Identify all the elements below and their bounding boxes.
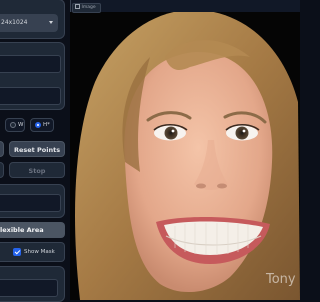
- radio-w[interactable]: W: [5, 118, 25, 132]
- reset-points-label: Reset Points: [13, 146, 61, 154]
- radio-w-label: W: [18, 122, 24, 128]
- text-input-2[interactable]: [0, 87, 61, 105]
- right-nostril: [217, 183, 227, 189]
- text-input-1[interactable]: [0, 55, 61, 73]
- flexible-area-button[interactable]: lexible Area: [0, 222, 65, 238]
- options-panel: [0, 184, 65, 218]
- left-eye-highlight: [171, 129, 175, 133]
- radio-hw-label: H*: [43, 122, 50, 128]
- text-input-3[interactable]: [0, 194, 61, 212]
- chevron-down-icon: [49, 21, 53, 24]
- radio-hw[interactable]: H*: [30, 118, 54, 132]
- image-icon: [75, 4, 80, 9]
- right-iris: [235, 126, 249, 140]
- left-nostril: [196, 183, 206, 189]
- radio-hw-dot: [35, 122, 41, 128]
- show-mask-label: Show Mask: [24, 249, 55, 255]
- size-select-value: 24x1024: [1, 19, 28, 26]
- control-panel: 24x1024 W H* Reset Points Stop lexible A…: [0, 0, 68, 302]
- flexible-area-label: lexible Area: [0, 226, 44, 234]
- show-mask-checkbox[interactable]: [13, 248, 21, 256]
- right-eye-highlight: [242, 129, 246, 133]
- reset-points-button[interactable]: Reset Points: [9, 141, 65, 157]
- portrait-image[interactable]: [70, 12, 300, 300]
- show-mask-row[interactable]: Show Mask: [0, 242, 65, 262]
- bottom-panel: [0, 266, 65, 302]
- inputs-panel: [0, 42, 65, 110]
- stop-button[interactable]: Stop: [9, 162, 65, 178]
- image-tab-label: Image: [81, 5, 96, 10]
- image-tab[interactable]: Image: [72, 3, 101, 13]
- left-iris: [164, 126, 178, 140]
- stop-label: Stop: [28, 167, 46, 175]
- left-partial-button-2[interactable]: [0, 162, 4, 178]
- left-partial-button[interactable]: [0, 141, 4, 157]
- text-input-4[interactable]: [0, 279, 58, 297]
- size-select[interactable]: 24x1024: [0, 14, 58, 32]
- watermark: Tony: [266, 272, 296, 287]
- size-panel: 24x1024: [0, 0, 65, 39]
- radio-w-dot: [10, 122, 16, 128]
